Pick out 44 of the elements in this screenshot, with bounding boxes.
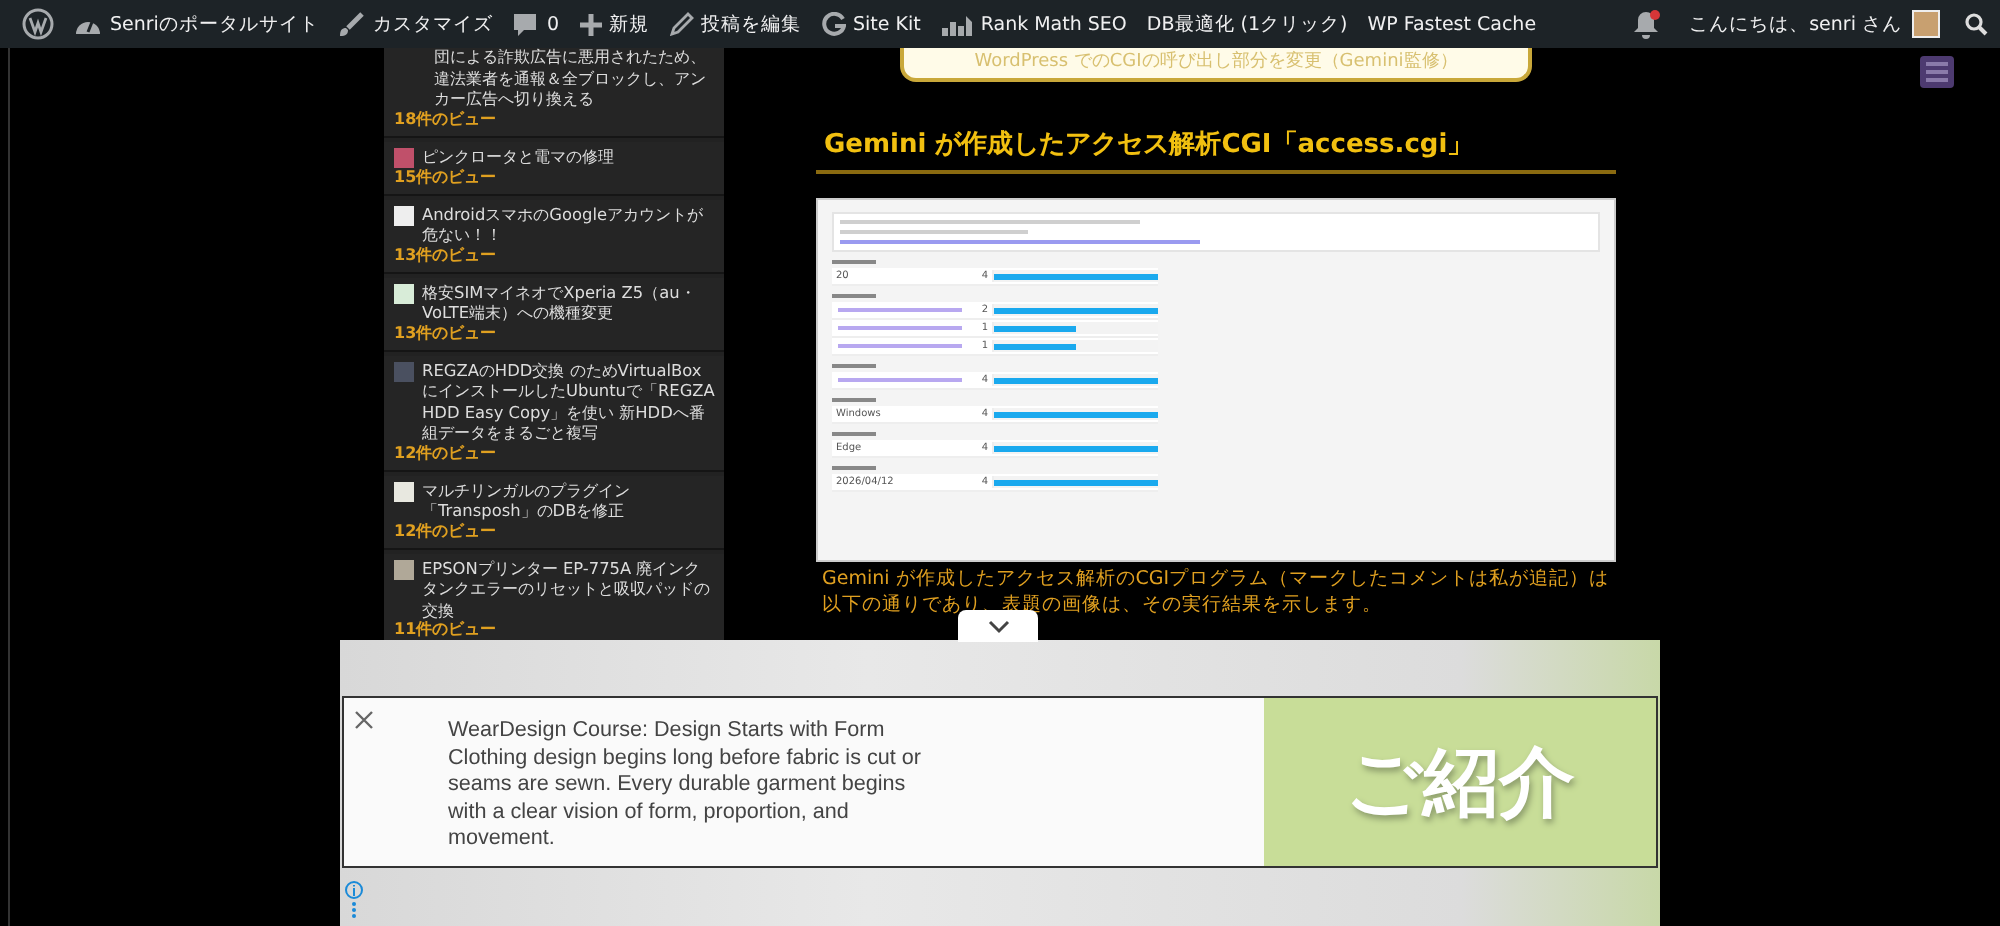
post-title[interactable]: ピンクロータと電マの修理 [422,145,614,166]
admin-bar-link[interactable]: 0 [502,0,569,48]
greeting-link[interactable]: こんにちは、senri さん [1679,0,1912,48]
admin-bar-link[interactable]: 投稿を編集 [659,0,811,48]
plus-icon [579,13,601,35]
menu-button[interactable] [1920,56,1954,88]
collapse-tab[interactable] [958,610,1038,642]
pencil-icon [669,12,693,36]
chevron-down-icon [987,619,1009,633]
admin-bar-link[interactable]: カスタマイズ [328,0,503,48]
chart-icon [940,12,973,36]
post-title[interactable]: REGZAのHDD交換 のためVirtualBoxにインストールしたUbuntuで「REGZA HDD Easy Copy」を使い 新HDDへ番組データをまるごと複写 [422,359,716,443]
view-count: 13件のビュー [394,323,499,343]
g-letter-icon [821,12,845,36]
post-title[interactable]: 格安SIMマイネオでXperia Z5（au・VoLTE端末）への機種変更 [422,281,716,323]
post-title[interactable]: マルチリンガルのプラグイン「Transposh」のDBを修正 [422,479,716,521]
view-count: 15件のビュー [394,167,499,187]
admin-bar-link[interactable]: WP Fastest Cache [1357,0,1547,48]
comment-icon [512,11,539,37]
ad-card[interactable]: WearDesign Course: Design Starts with Form Clothing design begins long before fabric is cut or seams are sewn. Every durable garment begins with a clear vision of form, proportion, and movement. ご紹介 [342,696,1658,868]
view-count: 12件のビュー [394,521,499,541]
view-count: 18件のビュー [394,109,499,129]
bell-icon[interactable] [1631,9,1660,39]
ad-title[interactable]: WearDesign Course: Design Starts with Form [448,718,928,745]
admin-bar-link[interactable]: Site Kit [811,0,931,48]
close-icon[interactable] [354,710,374,730]
admin-bar-link[interactable]: Rank Math SEO [930,0,1137,48]
view-count: 13件のビュー [394,245,499,265]
view-count: 12件のビュー [394,443,499,463]
post-title[interactable]: AndroidスマホのGoogleアカウントが危ない！！ [422,203,716,245]
ad-text: Clothing design begins long before fabric is cut or seams are sewn. Every durable garment begins with a clear vision of form, proportion, and movement. [448,745,923,853]
previous-note-box: WordPress でのCGIの呼び出し部分を変更（Gemini監修） [900,48,1532,82]
admin-bar-link[interactable]: DB最適化 (1クリック) [1136,0,1358,48]
wordpress-logo-icon[interactable] [22,8,54,40]
post-title[interactable]: 団による詐欺広告に悪用されたため、違法業者を通報＆全ブロックし、アンカー広告へ切り換える [434,48,716,109]
brush-icon [338,11,365,37]
popular-post-item[interactable]: 団による詐欺広告に悪用されたため、違法業者を通報＆全ブロックし、アンカー広告へ切り換える 18件のビュー [384,48,724,137]
admin-bar-link[interactable]: Senriのポータルサイト [64,0,329,48]
post-title[interactable]: EPSONプリンター EP-775A 廃インクタンクエラーのリセットと吸収パッドの交換 [422,557,716,620]
info-icon[interactable] [344,880,364,920]
view-count: 11件のビュー [394,620,499,640]
section-heading: Gemini が作成したアクセス解析CGI「access.cgi」 [816,126,1616,174]
search-icon[interactable] [1964,12,1988,36]
admin-bar-link[interactable]: 新規 [569,0,659,48]
